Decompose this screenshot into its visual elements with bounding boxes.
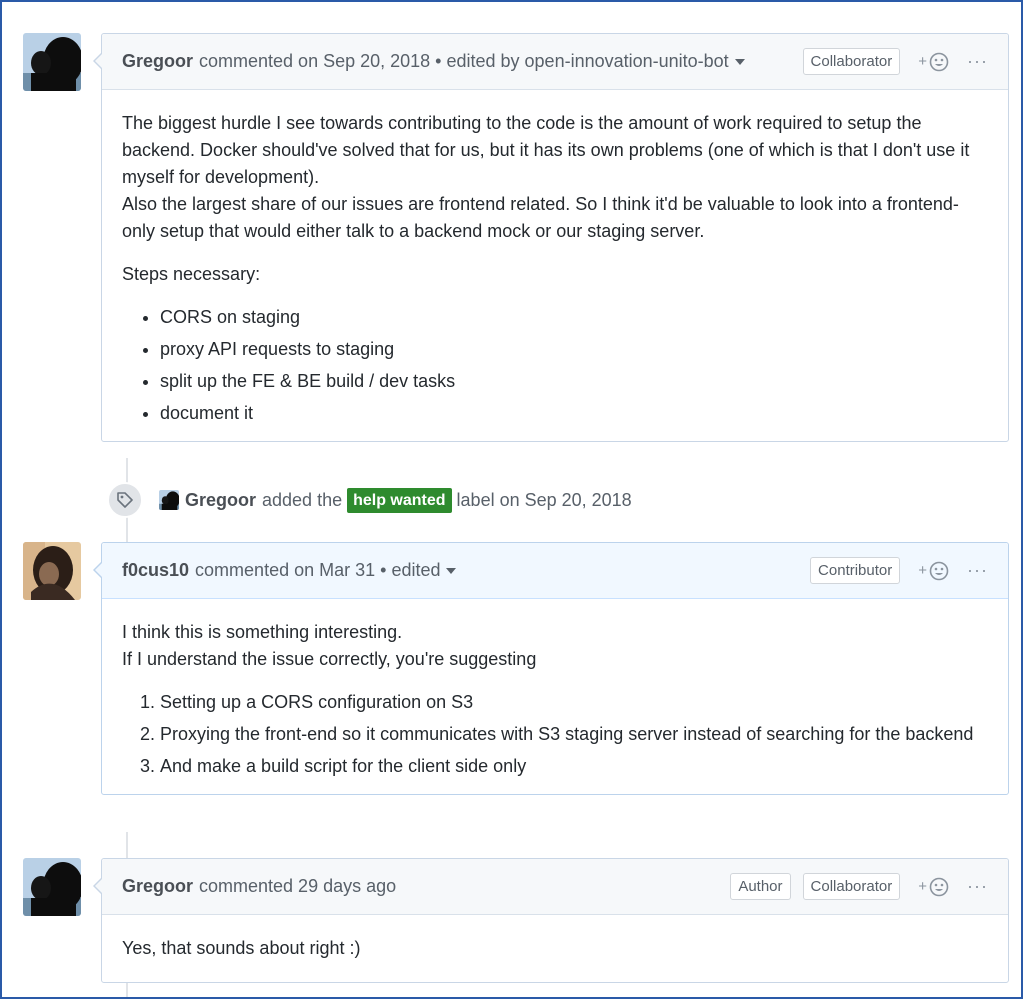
comment-caret (93, 52, 103, 70)
avatar[interactable] (23, 542, 81, 600)
timeline-line (126, 983, 128, 999)
more-options-icon[interactable]: ··· (967, 51, 988, 72)
list-item: document it (160, 400, 988, 427)
numbered-list: Setting up a CORS configuration on S3 Pr… (160, 689, 988, 780)
comment-paragraph: I think this is something interesting. I… (122, 622, 537, 669)
comment-card: Gregoor commented 29 days ago Author Col… (93, 858, 1009, 983)
event-author[interactable]: Gregoor (185, 490, 256, 511)
comment-caret (93, 561, 103, 579)
comment-meta[interactable]: commented on Mar 31 • edited (195, 560, 440, 581)
comment-author[interactable]: Gregoor (122, 51, 193, 72)
comment-header: f0cus10 commented on Mar 31 • edited Con… (102, 543, 1008, 599)
tag-icon (107, 482, 143, 518)
comment-meta[interactable]: commented on Sep 20, 2018 • edited by op… (199, 51, 729, 72)
event-text: added the (262, 489, 343, 510)
comment-body: I think this is something interesting. I… (102, 599, 1008, 780)
comment-card: f0cus10 commented on Mar 31 • edited Con… (93, 542, 1009, 795)
comment-header: Gregoor commented 29 days ago Author Col… (102, 859, 1008, 915)
comment-body: Yes, that sounds about right :) (102, 915, 1008, 982)
comment-meta[interactable]: commented 29 days ago (199, 876, 396, 897)
timeline-line (126, 832, 128, 860)
avatar[interactable] (159, 490, 179, 510)
role-badge-collaborator: Collaborator (802, 48, 901, 75)
label-badge[interactable]: help wanted (347, 487, 452, 513)
comment-paragraph: Yes, that sounds about right :) (122, 938, 361, 958)
chevron-down-icon[interactable] (734, 58, 745, 65)
list-item: split up the FE & BE build / dev tasks (160, 368, 988, 395)
chevron-down-icon[interactable] (446, 567, 457, 574)
comment-card: Gregoor commented on Sep 20, 2018 • edit… (93, 33, 1009, 442)
list-item: CORS on staging (160, 304, 988, 331)
role-badge-contributor: Contributor (810, 557, 901, 584)
more-options-icon[interactable]: ··· (967, 876, 988, 897)
list-item: Proxying the front-end so it communicate… (160, 721, 988, 748)
list-item: Setting up a CORS configuration on S3 (160, 689, 988, 716)
comment-caret (93, 877, 103, 895)
add-reaction-button[interactable]: + (918, 877, 949, 897)
list-item: And make a build script for the client s… (160, 753, 988, 780)
comment-author[interactable]: f0cus10 (122, 560, 189, 581)
smiley-icon (929, 877, 949, 896)
event-text[interactable]: label on Sep 20, 2018 (457, 490, 632, 511)
bullet-list: CORS on staging proxy API requests to st… (160, 304, 988, 427)
comment-paragraph: Steps necessary: (122, 264, 261, 284)
label-event: Gregoor added the help wanted label on S… (107, 480, 632, 520)
comment-body: The biggest hurdle I see towards contrib… (102, 90, 1008, 427)
add-reaction-button[interactable]: + (918, 561, 949, 581)
avatar[interactable] (23, 33, 81, 91)
role-badge-author: Author (730, 873, 791, 900)
add-reaction-button[interactable]: + (918, 52, 949, 72)
comment-header: Gregoor commented on Sep 20, 2018 • edit… (102, 34, 1008, 90)
smiley-icon (929, 561, 949, 580)
role-badge-collaborator: Collaborator (802, 873, 901, 900)
avatar[interactable] (23, 858, 81, 916)
comment-paragraph: The biggest hurdle I see towards contrib… (122, 113, 970, 241)
list-item: proxy API requests to staging (160, 336, 988, 363)
smiley-icon (929, 52, 949, 71)
more-options-icon[interactable]: ··· (967, 560, 988, 581)
comment-author[interactable]: Gregoor (122, 876, 193, 897)
